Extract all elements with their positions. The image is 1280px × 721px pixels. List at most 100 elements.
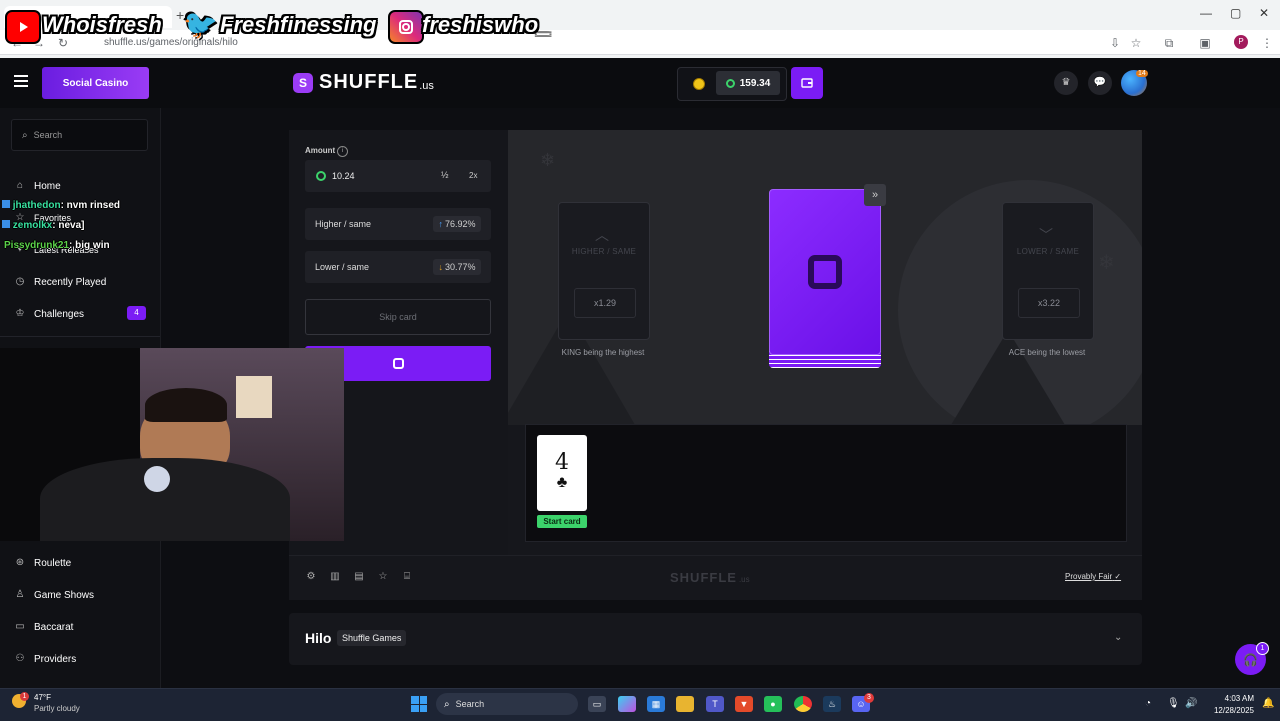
amount-label: Amount <box>305 146 336 155</box>
half-button[interactable]: ½ <box>441 170 449 180</box>
youtube-icon <box>5 10 41 44</box>
weather-desc: Partly cloudy <box>34 704 80 713</box>
higher-card-slot[interactable]: ︿ HIGHER / SAME x1.29 <box>558 202 650 340</box>
chrome-icon[interactable] <box>794 696 812 712</box>
instagram-handle: freshiswho_ <box>422 12 551 37</box>
arrow-down-icon: ↓ <box>438 262 443 272</box>
higher-multiplier: x1.29 <box>574 288 636 318</box>
chat-user-icon <box>2 200 10 208</box>
card-rank: 4 <box>555 450 569 475</box>
notification-bell-icon[interactable]: 🔔 <box>1262 698 1274 709</box>
close-window-button[interactable]: ✕ <box>1259 6 1269 20</box>
whatsapp-icon[interactable]: ● <box>764 696 782 712</box>
chevron-down-icon[interactable]: ⌄ <box>1114 632 1122 643</box>
teams-icon[interactable]: T <box>706 696 724 712</box>
bookmark-star-icon[interactable]: ☆ <box>1127 34 1145 52</box>
minimize-button[interactable]: — <box>1200 6 1212 20</box>
tree-decoration <box>948 330 1068 425</box>
hamburger-menu-icon[interactable] <box>14 74 30 88</box>
double-button[interactable]: 2x <box>469 171 477 180</box>
card-history <box>525 424 1127 542</box>
search-placeholder: Search <box>33 130 63 140</box>
store-icon[interactable]: ▦ <box>647 696 665 712</box>
providers-icon: ⚇ <box>15 653 25 664</box>
sidebar-item-challenges[interactable]: ♔ Challenges <box>14 308 85 320</box>
sidebar-item-recently-played[interactable]: ◷ Recently Played <box>14 276 107 288</box>
check-icon: ✓ <box>1114 572 1122 581</box>
wallet-button[interactable] <box>791 67 823 99</box>
sweep-coin-icon <box>316 171 326 181</box>
deck-top-card[interactable] <box>769 189 881 355</box>
maximize-button[interactable]: ▢ <box>1230 6 1241 20</box>
lower-card-slot[interactable]: ﹀ LOWER / SAME x3.22 <box>1002 202 1094 340</box>
sidebar-item-game-shows[interactable]: ♙ Game Shows <box>14 589 95 601</box>
shuffle-logo[interactable]: S SHUFFLE .us <box>293 71 434 94</box>
tray-mic-icon[interactable]: 🎙 <box>1167 698 1180 709</box>
extensions-icon[interactable]: ⧉ <box>1160 34 1178 52</box>
arrow-up-icon: ↑ <box>438 219 443 229</box>
steam-icon[interactable]: ♨ <box>823 696 841 712</box>
sidebar-item-providers[interactable]: ⚇ Providers <box>14 653 77 665</box>
sidebar-search[interactable]: ⌕ Search <box>11 119 148 151</box>
chat-line: zemolkx: neva] <box>2 220 84 231</box>
balance-display[interactable]: 159.34 <box>716 71 780 95</box>
clock-date[interactable]: 12/28/2025 <box>1206 706 1254 715</box>
amount-value: 10.24 <box>332 171 355 181</box>
provably-fair-link[interactable]: Provably Fair ✓ <box>1065 572 1121 581</box>
challenges-badge: 4 <box>127 306 146 320</box>
install-icon[interactable]: ⇩ <box>1106 34 1124 52</box>
lower-caption: ACE being the lowest <box>1008 348 1086 357</box>
tray-volume-icon[interactable]: 🔊 <box>1185 698 1197 709</box>
sidebar-item-roulette[interactable]: ⊛ Roulette <box>14 557 71 569</box>
chart-icon[interactable]: ▤ <box>353 571 365 583</box>
search-icon: ⌕ <box>444 698 450 710</box>
webcam-overlay <box>0 348 344 541</box>
info-icon[interactable]: i <box>337 146 348 157</box>
vault-icon[interactable]: ⌸ <box>401 571 413 583</box>
logo-suffix: .us <box>419 79 434 92</box>
expand-icon[interactable]: » <box>864 184 886 206</box>
chevron-down-icon: ﹀ <box>1039 227 1053 243</box>
weather-badge: 1 <box>20 692 29 701</box>
brave-icon[interactable]: ▼ <box>735 696 753 712</box>
logo-text: SHUFFLE <box>319 71 419 93</box>
skip-card-button[interactable]: Skip card <box>305 299 491 335</box>
favorite-star-icon[interactable]: ☆ <box>377 571 389 583</box>
settings-icon[interactable]: ⚙ <box>305 571 317 583</box>
lower-multiplier: x3.22 <box>1018 288 1080 318</box>
taskbar-search[interactable]: ⌕ Search <box>436 693 578 715</box>
sidepanel-icon[interactable]: ▣ <box>1196 34 1214 52</box>
vip-crown-button[interactable]: ♛ <box>1054 71 1078 95</box>
lower-label: Lower / same <box>315 262 370 272</box>
sidebar-item-baccarat[interactable]: ▭ Baccarat <box>14 621 73 633</box>
browser-menu-icon[interactable]: ⋮ <box>1258 34 1276 52</box>
webcam-hair <box>145 388 227 422</box>
task-view-icon[interactable]: ▭ <box>588 696 606 712</box>
copilot-icon[interactable] <box>618 696 636 712</box>
chat-line: jhathedon: nvm rinsed <box>2 200 120 211</box>
search-icon: ⌕ <box>22 129 28 141</box>
stats-bars-icon[interactable]: ▥ <box>329 571 341 583</box>
lower-card-label: LOWER / SAME <box>1016 247 1080 256</box>
file-explorer-icon[interactable] <box>676 696 694 712</box>
windows-start-icon[interactable] <box>411 696 427 712</box>
gameshow-icon: ♙ <box>15 589 25 600</box>
twitter-icon: 🐦 <box>183 9 218 40</box>
snowflake-decoration: ❄ <box>540 150 556 170</box>
social-casino-button[interactable]: Social Casino <box>42 67 149 99</box>
higher-probability: ↑ 76.92% <box>433 216 481 232</box>
profile-avatar[interactable]: P <box>1234 35 1248 49</box>
shuffle-logo-icon <box>808 255 842 289</box>
chat-user-icon <box>2 220 10 228</box>
chat-button[interactable]: 💬 <box>1088 71 1112 95</box>
tray-wifi-icon[interactable]: ◔ <box>1145 698 1151 709</box>
game-info-bar[interactable] <box>289 613 1142 665</box>
clock-time[interactable]: 4:03 AM <box>1210 694 1254 703</box>
weather-temp: 47°F <box>34 693 51 702</box>
provider-tag[interactable]: Shuffle Games <box>337 630 407 646</box>
shuffle-logo-icon <box>392 358 404 369</box>
higher-card-label: HIGHER / SAME <box>571 247 637 256</box>
coin-icon[interactable] <box>693 78 705 90</box>
sidebar-item-home[interactable]: ⌂ Home <box>14 180 61 192</box>
chevron-up-icon: ︿ <box>595 227 609 243</box>
